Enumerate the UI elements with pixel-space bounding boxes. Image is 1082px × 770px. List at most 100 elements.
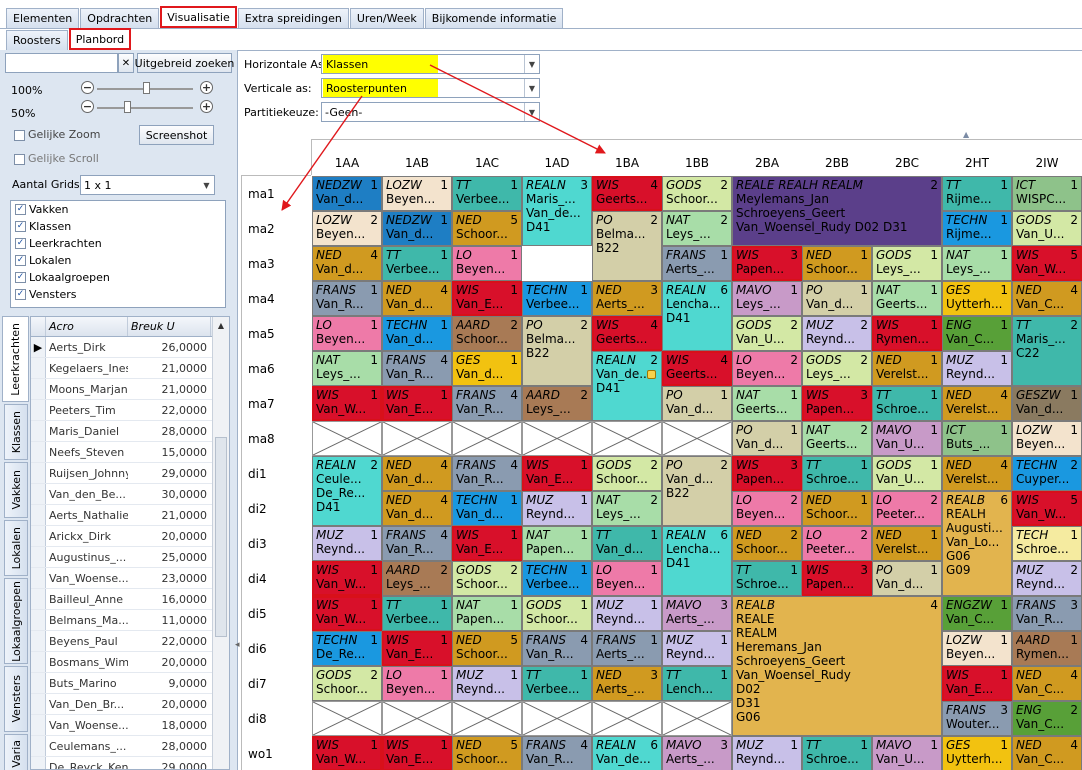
cell-acro[interactable]: Maris_Daniel xyxy=(46,421,128,441)
cell-breuk[interactable]: 20,0000 xyxy=(128,652,211,672)
column-header-1ad[interactable]: 1AD xyxy=(522,151,592,175)
lesson-card[interactable]: WIS 1 Van_E... xyxy=(522,456,592,491)
zoom-slider-1-thumb[interactable] xyxy=(143,82,150,94)
row-header-di3[interactable]: di3 xyxy=(248,526,267,561)
cell-acro[interactable]: Beyens_Paul xyxy=(46,631,128,651)
lesson-card[interactable]: MUZ 1 Reynd... xyxy=(592,596,662,631)
lesson-card[interactable]: NED 1 Verelst... xyxy=(872,351,942,386)
table-row[interactable]: De_Reyck_Ken 29,0000 xyxy=(31,757,229,770)
lesson-card[interactable]: GES 1 Van_d... xyxy=(452,351,522,386)
layer-lokaalgroepen[interactable]: ✓ Lokaalgroepen xyxy=(11,269,225,286)
lesson-card[interactable]: REALN 2 Ceule... De_Re... D41 xyxy=(312,456,382,526)
tab-roosters[interactable]: Roosters xyxy=(6,30,68,50)
cell-breuk[interactable]: 9,0000 xyxy=(128,673,211,693)
vtab-vensters[interactable]: Vensters xyxy=(4,666,28,732)
vtab-lokalen[interactable]: Lokalen xyxy=(4,520,28,576)
advanced-search-button[interactable]: Uitgebreid zoeken xyxy=(135,53,234,73)
lesson-card[interactable]: REALN 6 Lencha... D41 xyxy=(662,281,732,351)
table-row[interactable]: Van_den_Be... 30,0000 xyxy=(31,484,229,505)
lesson-card[interactable]: TT 1 Schroe... xyxy=(802,736,872,770)
lesson-card[interactable]: ENG 2 Van_C... xyxy=(1012,701,1082,736)
row-header-di5[interactable]: di5 xyxy=(248,596,267,631)
cell-breuk[interactable]: 20,0000 xyxy=(128,694,211,714)
lesson-card[interactable]: FRANS 1 Aerts_... xyxy=(662,246,732,281)
partition-select[interactable]: -Geen- ▼ xyxy=(321,102,540,122)
lesson-card[interactable]: LOZW 2 Beyen... xyxy=(312,211,382,246)
lesson-card[interactable]: PO 1 Van_d... xyxy=(662,386,732,421)
cell-acro[interactable]: Ruijsen_Johnny xyxy=(46,463,128,483)
row-header-di8[interactable]: di8 xyxy=(248,701,267,736)
lesson-card[interactable]: LOZW 1 Beyen... xyxy=(942,631,1012,666)
lesson-card[interactable]: NED 4 Van_d... xyxy=(382,491,452,526)
lesson-card[interactable]: LO 1 Beyen... xyxy=(592,561,662,596)
scroll-up-icon[interactable]: ▲ xyxy=(213,317,229,334)
lesson-card[interactable]: PO 2 Belma... B22 xyxy=(592,211,662,281)
lesson-card[interactable]: NED 4 Van_d... xyxy=(312,246,382,281)
lesson-card[interactable]: TT 1 Van_d... xyxy=(592,526,662,561)
lesson-card[interactable]: NAT 1 Geerts... xyxy=(732,386,802,421)
cell-breuk[interactable]: 15,0000 xyxy=(128,442,211,462)
chevron-down-icon[interactable]: ▼ xyxy=(524,79,539,97)
lesson-card[interactable]: MUZ 1 Reynd... xyxy=(942,351,1012,386)
cell-acro[interactable]: Bosmans_Wim xyxy=(46,652,128,672)
lesson-card[interactable]: REALB 6 REALH Augusti... Van_Lo... G06 G09 xyxy=(942,491,1012,596)
lesson-card[interactable]: TT 1 Schroe... xyxy=(802,456,872,491)
lesson-card[interactable]: LO 1 Beyen... xyxy=(382,666,452,701)
lesson-card[interactable]: WIS 5 Van_W... xyxy=(1012,491,1082,526)
lesson-card[interactable]: TT 1 Lench... xyxy=(662,666,732,701)
tab-elementen[interactable]: Elementen xyxy=(6,8,80,28)
cell-acro[interactable]: Van_Woense... xyxy=(46,568,128,588)
cell-breuk[interactable]: 20,0000 xyxy=(128,526,211,546)
h-axis-select[interactable]: Klassen ▼ xyxy=(321,54,540,74)
lesson-card[interactable]: NAT 1 Papen... xyxy=(522,526,592,561)
lesson-card[interactable]: NED 4 Van_d... xyxy=(382,456,452,491)
table-row[interactable]: Belmans_Ma... 11,0000 xyxy=(31,610,229,631)
cell-acro[interactable]: Bailleul_Anne xyxy=(46,589,128,609)
lesson-card[interactable]: PO 1 Van_d... xyxy=(802,281,872,316)
tab-uren-week[interactable]: Uren/Week xyxy=(349,8,424,28)
lesson-card[interactable]: WIS 1 Van_E... xyxy=(942,666,1012,701)
column-header-2iw[interactable]: 2IW xyxy=(1012,151,1082,175)
row-header-ma7[interactable]: ma7 xyxy=(248,386,275,421)
lesson-card[interactable]: WIS 1 Van_W... xyxy=(312,386,382,421)
lesson-card[interactable]: ENG 1 Van_C... xyxy=(942,316,1012,351)
cell-breuk[interactable]: 28,0000 xyxy=(128,736,211,756)
lesson-card[interactable]: GODS 2 Schoor... xyxy=(592,456,662,491)
table-row[interactable]: Moons_Marjan 21,0000 xyxy=(31,379,229,400)
lesson-card[interactable]: GODS 1 Leys_... xyxy=(872,246,942,281)
vtab-leerkrachten[interactable]: Leerkrachten xyxy=(2,316,29,402)
row-header-di1[interactable]: di1 xyxy=(248,456,267,491)
tab-opdrachten[interactable]: Opdrachten xyxy=(80,8,160,28)
lesson-card[interactable]: MAVO 3 Aerts_... xyxy=(662,596,732,631)
column-header-2bb[interactable]: 2BB xyxy=(802,151,872,175)
table-row[interactable]: Neefs_Steven 15,0000 xyxy=(31,442,229,463)
search-input[interactable] xyxy=(5,53,118,73)
column-header-1bb[interactable]: 1BB xyxy=(662,151,732,175)
lesson-card[interactable]: MUZ 2 Reynd... xyxy=(802,316,872,351)
column-header-2ht[interactable]: 2HT xyxy=(942,151,1012,175)
cell-acro[interactable]: Moons_Marjan xyxy=(46,379,128,399)
lesson-card[interactable]: LO 1 Beyen... xyxy=(452,246,522,281)
table-row[interactable]: Beyens_Paul 22,0000 xyxy=(31,631,229,652)
table-row[interactable]: Van_Woense... 18,0000 xyxy=(31,715,229,736)
lesson-card[interactable]: WIS 1 Van_W... xyxy=(312,596,382,631)
zoom-in-icon[interactable]: + xyxy=(200,81,213,94)
cell-breuk[interactable]: 22,0000 xyxy=(128,631,211,651)
cell-acro[interactable]: De_Reyck_Ken xyxy=(46,757,128,770)
zoom-out-2-icon[interactable]: − xyxy=(81,100,94,113)
tab-visualisatie[interactable]: Visualisatie xyxy=(160,6,237,28)
zoom-slider-2[interactable] xyxy=(97,107,193,109)
layer-vensters[interactable]: ✓ Vensters xyxy=(11,286,225,303)
equal-zoom-checkbox[interactable]: Gelijke Zoom xyxy=(14,128,100,141)
lesson-card[interactable]: NED 1 Verelst... xyxy=(872,526,942,561)
layer-klassen[interactable]: ✓ Klassen xyxy=(11,218,225,235)
lesson-card[interactable]: NED 4 Verelst... xyxy=(942,456,1012,491)
lesson-card[interactable]: TECH 1 Schroe... xyxy=(1012,526,1082,561)
zoom-in-2-icon[interactable]: + xyxy=(200,100,213,113)
lesson-card[interactable]: PO 1 Van_d... xyxy=(872,561,942,596)
cell-breuk[interactable]: 11,0000 xyxy=(128,610,211,630)
lesson-card[interactable]: TT 1 Schroe... xyxy=(732,561,802,596)
lesson-card[interactable]: AARD 2 Schoor... xyxy=(452,316,522,351)
lesson-card[interactable]: NAT 2 Leys_... xyxy=(592,491,662,526)
row-header-wo1[interactable]: wo1 xyxy=(248,736,273,770)
